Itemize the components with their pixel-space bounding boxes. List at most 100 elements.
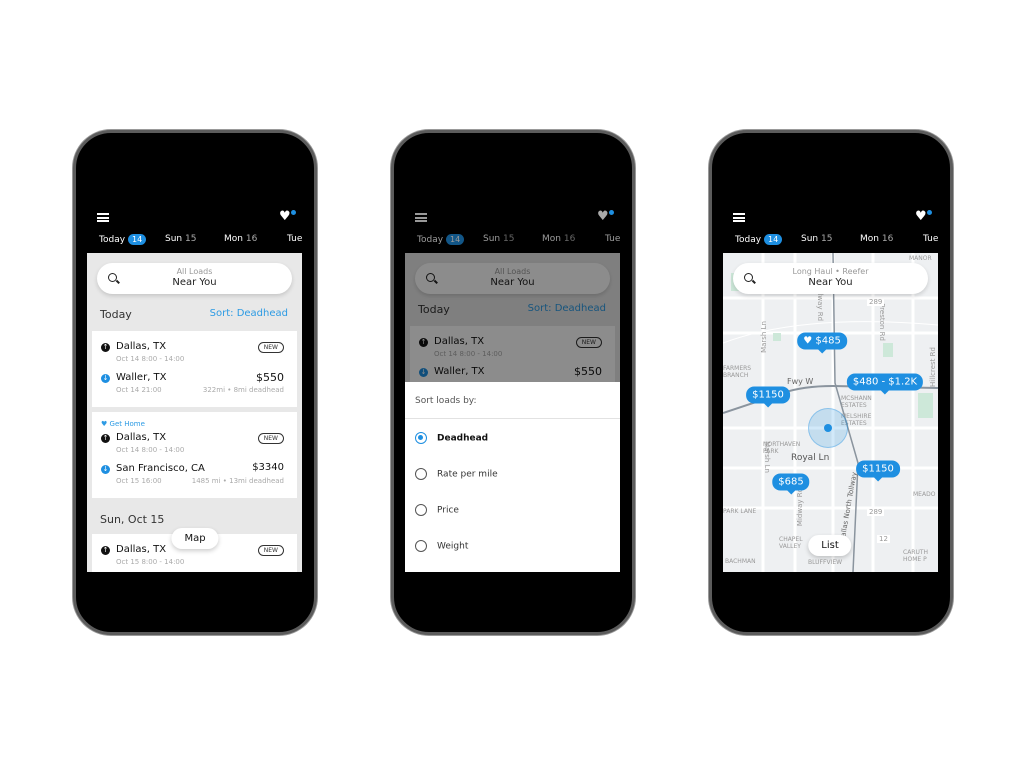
tab-label: Today <box>417 235 444 245</box>
tab-mon[interactable]: Mon 16 <box>860 234 893 244</box>
sort-option-deadhead[interactable]: Deadhead <box>415 432 488 444</box>
load-list: All Loads Near You Today Sort: Deadhead ↑… <box>87 253 302 572</box>
origin: Dallas, TX <box>116 432 167 443</box>
map-button[interactable]: Map <box>171 528 219 549</box>
tab-today[interactable]: Today 14 <box>735 234 783 245</box>
radio-icon <box>415 504 427 516</box>
pickup-icon: ↑ <box>101 546 110 555</box>
tab-date: 16 <box>245 234 258 244</box>
search-filter: All Loads <box>176 267 213 276</box>
map-label: Marsh Ln <box>759 321 768 353</box>
new-badge: NEW <box>257 433 284 444</box>
tab-date: 15 <box>503 234 515 244</box>
sort-option-rate-per-mile[interactable]: Rate per mile <box>415 468 498 480</box>
date-badge: 14 <box>764 234 783 245</box>
dest-time: Oct 15 16:00 <box>116 477 162 485</box>
top-bar: ♥ Today 14 Sun 15 Mon 16 Tue <box>405 190 620 253</box>
map-label: Royal Ln <box>791 453 830 463</box>
price-tag[interactable]: $1150 <box>746 386 790 408</box>
price-tag[interactable]: $685 <box>772 473 810 495</box>
tab-date: 16 <box>881 234 894 244</box>
tab-mon[interactable]: Mon 16 <box>542 234 575 244</box>
route-shield: 289 <box>867 508 885 516</box>
map-label: CARUTH HOME P <box>903 549 929 563</box>
option-label: Price <box>437 505 459 516</box>
map[interactable]: Midway Rd Marsh Ln Preston Rd Hillcrest … <box>723 253 938 572</box>
tab-label: Mon <box>224 234 243 244</box>
search-icon <box>744 273 753 282</box>
dropoff-icon: ↓ <box>101 374 110 383</box>
sort-option-price[interactable]: Price <box>415 504 459 516</box>
tab-date: 15 <box>185 234 197 244</box>
notification-dot <box>927 210 932 215</box>
map-label: BACHMAN <box>725 558 756 565</box>
map-label: PARK LANE <box>723 508 757 515</box>
heart-icon: ♥ <box>101 420 108 428</box>
price-label: $485 <box>815 335 841 347</box>
phone-list-view: ♥ Today 14 Sun 15 Mon 16 Tue All Loads Nea… <box>73 130 317 635</box>
price-tag[interactable]: $1150 <box>856 460 900 482</box>
pickup-icon: ↑ <box>101 343 110 352</box>
price-tag[interactable]: $480 - $1.2K <box>846 373 924 395</box>
tab-tue[interactable]: Tue <box>605 234 620 244</box>
load-card[interactable]: ♥ Get Home ↑ Dallas, TX NEW Oct 14 8:00 … <box>92 412 297 498</box>
section-header: Sun, Oct 15 <box>100 513 165 526</box>
dropoff-icon: ↓ <box>101 465 110 474</box>
tab-mon[interactable]: Mon 16 <box>224 234 257 244</box>
pickup-icon: ↑ <box>101 434 110 443</box>
destination: Waller, TX <box>116 372 167 383</box>
distance: 322mi • 8mi deadhead <box>202 386 284 394</box>
search-bar[interactable]: Long Haul • Reefer Near You <box>733 263 928 294</box>
tab-sun[interactable]: Sun 15 <box>165 234 196 244</box>
hamburger-menu-icon[interactable] <box>97 213 109 222</box>
new-badge: NEW <box>257 545 284 556</box>
tab-label: Mon <box>860 234 879 244</box>
load-card[interactable]: ↑ Dallas, TX NEW Oct 14 8:00 - 14:00 ↓ W… <box>92 331 297 407</box>
tab-label: Today <box>99 235 126 245</box>
option-label: Rate per mile <box>437 469 498 480</box>
current-location-dot <box>824 424 832 432</box>
screen: ♥ Today 14 Sun 15 Mon 16 Tue All Loads Nea… <box>405 190 620 572</box>
origin-time: Oct 15 8:00 - 14:00 <box>116 558 185 566</box>
heart-icon[interactable]: ♥ <box>915 209 927 224</box>
search-bar[interactable]: All Loads Near You <box>97 263 292 294</box>
origin: Dallas, TX <box>116 341 167 352</box>
tab-sun[interactable]: Sun 15 <box>483 234 514 244</box>
search-filter: Long Haul • Reefer <box>792 267 869 276</box>
tab-tue[interactable]: Tue <box>923 234 938 244</box>
map-label: Fwy W <box>787 377 814 386</box>
phone-sort-view: ♥ Today 14 Sun 15 Mon 16 Tue All Loads Nea… <box>391 130 635 635</box>
dest-time: Oct 14 21:00 <box>116 386 162 394</box>
tab-sun[interactable]: Sun 15 <box>801 234 832 244</box>
sheet-title: Sort loads by: <box>415 396 477 406</box>
heart-icon[interactable]: ♥ <box>597 209 609 224</box>
price: $3340 <box>252 462 284 473</box>
top-bar: ♥ Today 14 Sun 15 Mon 16 Tue <box>723 190 938 253</box>
section-header: Today <box>100 308 132 321</box>
option-label: Deadhead <box>437 433 489 444</box>
hamburger-menu-icon[interactable] <box>415 213 427 222</box>
route-shield: 12 <box>877 535 890 543</box>
tab-tue[interactable]: Tue <box>287 234 302 244</box>
tab-date: 15 <box>821 234 833 244</box>
sort-button[interactable]: Sort: Deadhead <box>210 308 288 319</box>
tab-label: Mon <box>542 234 561 244</box>
map-label: MANOR <box>909 255 932 262</box>
map-label: BLUFFVIEW <box>808 559 843 566</box>
route-shield: 289 <box>867 298 885 306</box>
search-location: Near You <box>808 277 853 288</box>
origin-time: Oct 14 8:00 - 14:00 <box>116 446 185 454</box>
list-button[interactable]: List <box>808 535 852 556</box>
tab-today[interactable]: Today 14 <box>99 234 147 245</box>
sort-option-weight[interactable]: Weight <box>415 540 468 552</box>
price-tag-favorite[interactable]: ♥ $485 <box>797 332 847 354</box>
top-bar: ♥ Today 14 Sun 15 Mon 16 Tue <box>87 190 302 253</box>
origin: Dallas, TX <box>116 544 167 555</box>
screen: ♥ Today 14 Sun 15 Mon 16 Tue Midway Rd Ma… <box>723 190 938 572</box>
tab-label: Today <box>735 235 762 245</box>
tab-today[interactable]: Today 14 <box>417 234 465 245</box>
heart-icon[interactable]: ♥ <box>279 209 291 224</box>
phone-map-view: ♥ Today 14 Sun 15 Mon 16 Tue Midway Rd Ma… <box>709 130 953 635</box>
tab-label: Sun <box>801 234 819 244</box>
hamburger-menu-icon[interactable] <box>733 213 745 222</box>
